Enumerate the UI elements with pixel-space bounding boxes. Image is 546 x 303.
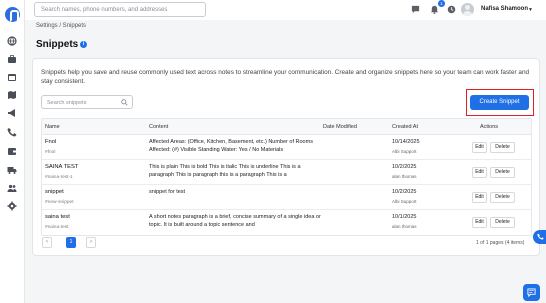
delete-button[interactable]: Delete (490, 142, 515, 153)
snippet-name: Fnol (45, 139, 57, 145)
notification-badge: 1 (438, 0, 445, 7)
gear-icon[interactable] (7, 201, 17, 211)
snippet-search-placeholder: Search snippets (47, 100, 87, 106)
chat-icon[interactable] (411, 5, 420, 14)
user-name[interactable]: Nafisa Shamoon (481, 6, 528, 12)
calendar-icon[interactable] (7, 72, 17, 82)
sidebar (0, 0, 25, 303)
page-description: Snippets help you save and reuse commonl… (41, 69, 530, 85)
table-row: saina test #saina-test A short notes par… (42, 210, 531, 235)
table-header: Name Content Date Modified Created At Ac… (42, 119, 531, 135)
info-icon[interactable]: i (80, 41, 87, 48)
created-at: 10/2/2025 (392, 189, 417, 195)
search-icon (121, 99, 128, 106)
delete-button[interactable]: Delete (490, 192, 515, 203)
message-icon (527, 288, 536, 297)
avatar[interactable] (461, 3, 474, 16)
page-title: Snippets (36, 39, 79, 50)
delete-button[interactable]: Delete (490, 217, 515, 228)
phone-fab[interactable] (533, 230, 546, 244)
bell-icon[interactable] (430, 5, 439, 14)
wallet-icon[interactable] (7, 146, 17, 156)
snippet-tag: #new-snippet (45, 200, 74, 205)
header-actions: Actions (480, 124, 499, 130)
snippet-tag: #saina-test (45, 225, 69, 230)
table-row: SAINA TEST #saina-test-1 This is plain T… (42, 160, 531, 185)
snippet-name: SAINA TEST (45, 164, 79, 170)
created-by: Albi Support (392, 199, 417, 204)
snippet-content: This is plain This is bold This is itali… (149, 164, 301, 178)
created-at: 10/14/2025 (392, 139, 420, 145)
briefcase-icon[interactable] (7, 54, 17, 64)
snippet-name: snippet (45, 189, 64, 195)
chat-fab[interactable] (523, 284, 540, 301)
map-icon[interactable] (7, 90, 17, 100)
app-logo[interactable] (5, 7, 20, 22)
clock-icon[interactable] (447, 5, 456, 14)
edit-button[interactable]: Edit (472, 142, 487, 153)
phone-icon (537, 233, 544, 240)
snippet-tag: #saina-test-1 (45, 175, 73, 180)
create-snippet-button[interactable]: Create Snippet (470, 95, 529, 110)
snippet-content: snippet for test (149, 189, 186, 195)
created-at: 10/2/2025 (392, 164, 417, 170)
table-row: snippet #new-snippet snippet for test 10… (42, 185, 531, 210)
header-content[interactable]: Content (149, 124, 168, 130)
snippet-search-input[interactable]: Search snippets (41, 95, 133, 109)
created-by: alan thomas (392, 174, 417, 179)
header-name[interactable]: Name (45, 124, 60, 130)
chevron-down-icon[interactable]: ▼ (528, 7, 533, 13)
created-by: alan thomas (392, 224, 417, 229)
edit-button[interactable]: Edit (472, 167, 487, 178)
snippet-tag: #fnol (45, 150, 56, 155)
breadcrumb: Settings / Snippets (36, 23, 87, 29)
phone-icon[interactable] (7, 127, 17, 137)
snippet-content: A short notes paragraph is a brief, conc… (149, 214, 321, 228)
prev-page-button[interactable]: < (42, 237, 52, 248)
header-created-at[interactable]: Created At (392, 124, 418, 130)
table-row: Fnol #fnol Affected Areas: (Office, Kitc… (42, 135, 531, 160)
global-search-input[interactable]: Search names, phone numbers, and address… (34, 2, 206, 17)
globe-icon[interactable] (7, 36, 17, 46)
edit-button[interactable]: Edit (472, 192, 487, 203)
delete-button[interactable]: Delete (490, 167, 515, 178)
snippet-content: Affected Areas: (Office, Kitchen, Baseme… (149, 139, 313, 153)
users-icon[interactable] (7, 183, 17, 193)
page-1-button[interactable]: 1 (66, 237, 76, 248)
snippets-table: Name Content Date Modified Created At Ac… (41, 118, 532, 236)
created-at: 10/1/2025 (392, 214, 417, 220)
truck-icon[interactable] (7, 165, 17, 175)
header-date-modified[interactable]: Date Modified (323, 124, 357, 130)
edit-button[interactable]: Edit (472, 217, 487, 228)
global-search-placeholder: Search names, phone numbers, and address… (41, 7, 168, 13)
created-by: Albi Support (392, 149, 417, 154)
megaphone-icon[interactable] (7, 108, 17, 118)
snippet-name: saina test (45, 214, 70, 220)
pagination-info: 1 of 1 pages (4 items) (476, 240, 525, 246)
next-page-button[interactable]: > (86, 237, 96, 248)
